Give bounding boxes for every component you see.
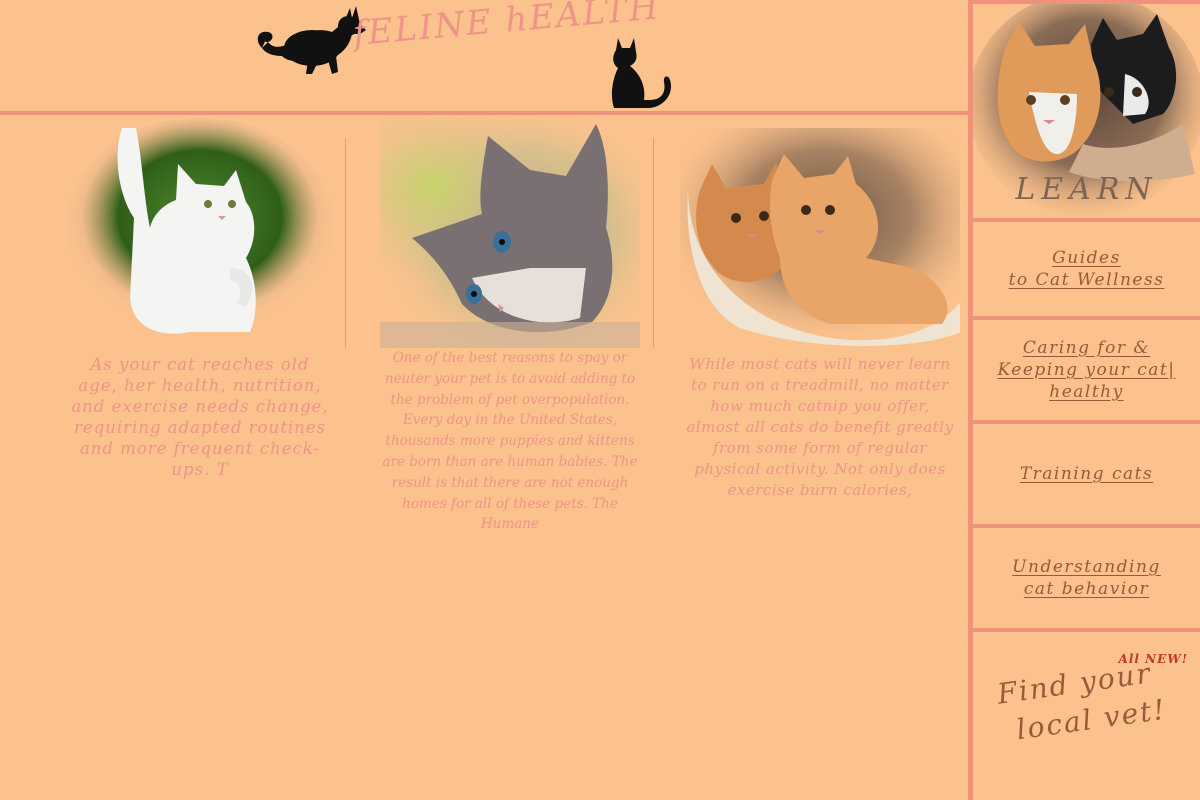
find-vet-link[interactable]: Find your local vet! [995,653,1169,751]
sitting-cat-icon [611,38,672,108]
nav-item-understanding[interactable]: Understanding cat behavior [973,528,1200,632]
site-header: fELINE hEALTH [0,0,970,112]
learn-banner[interactable]: LEARN [973,0,1200,222]
caring-line-2: Keeping your cat| [997,360,1176,380]
training-link[interactable]: Training cats [1020,463,1153,485]
caring-line-1: Caring for & [1022,338,1151,358]
white-cat-photo[interactable] [60,118,340,348]
article-excerpt: One of the best reasons to spay or neute… [382,350,638,533]
understanding-line-1: Understanding [1012,557,1161,577]
header-divider [0,111,970,115]
grey-kitten-photo[interactable] [370,118,650,348]
understanding-link[interactable]: Understanding cat behavior [1012,556,1161,600]
nav-item-training[interactable]: Training cats [973,424,1200,528]
caring-line-3: healthy [1049,382,1124,402]
article-excerpt: As your cat reaches old age, her health,… [71,355,329,479]
nav-item-caring[interactable]: Caring for & Keeping your cat| healthy [973,320,1200,424]
cat-silhouette-icon [257,6,366,74]
article-card-exercise[interactable]: While most cats will never learn to run … [672,118,968,499]
find-vet-promo[interactable]: All NEW! Find your local vet! [973,632,1200,800]
ginger-cats-photo[interactable] [680,118,960,348]
article-excerpt: While most cats will never learn to run … [686,355,954,499]
sidebar: LEARN Guides to Cat Wellness Caring for … [968,0,1200,800]
article-card-spay-neuter[interactable]: One of the best reasons to spay or neute… [362,118,658,532]
guides-line-2: to Cat Wellness [1008,270,1165,290]
learn-label[interactable]: LEARN [973,172,1200,207]
article-card-senior-cats[interactable]: As your cat reaches old age, her health,… [52,118,348,479]
guides-line-1: Guides [1052,248,1121,268]
guides-link[interactable]: Guides to Cat Wellness [1009,247,1165,291]
caring-link[interactable]: Caring for & Keeping your cat| healthy [998,337,1176,403]
understanding-line-2: cat behavior [1023,579,1150,599]
nav-item-guides[interactable]: Guides to Cat Wellness [973,222,1200,320]
